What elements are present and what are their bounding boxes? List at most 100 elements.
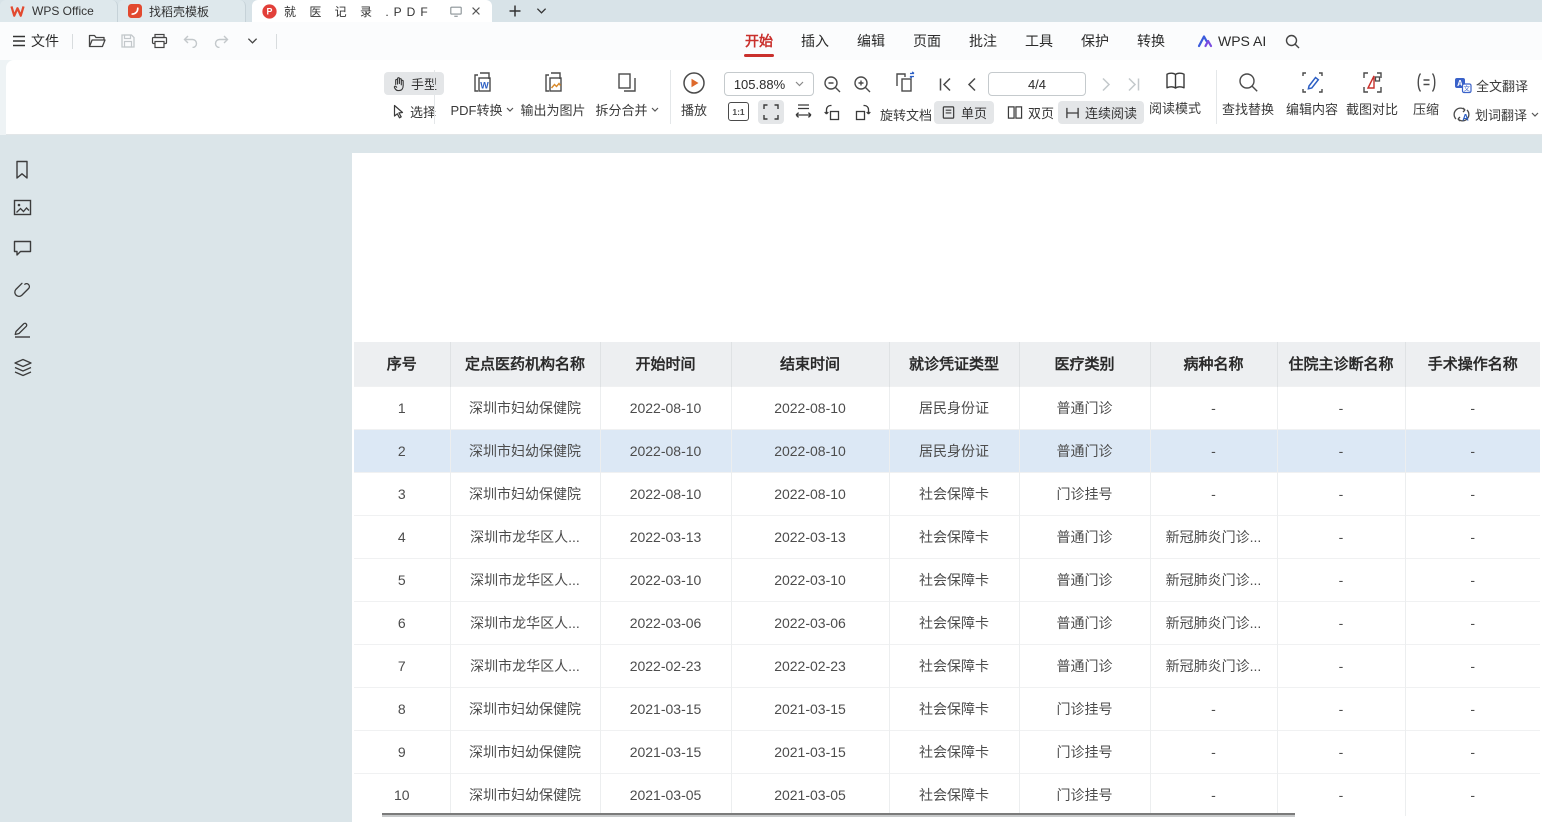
- table-header-row: 序号 定点医药机构名称 开始时间 结束时间 就诊凭证类型 医疗类别 病种名称 住…: [354, 342, 1540, 386]
- rotate-left-button[interactable]: [820, 102, 844, 124]
- menu-search-icon[interactable]: [1276, 33, 1309, 50]
- table-cell: 2022-03-13: [731, 515, 889, 558]
- play-icon: [682, 71, 706, 95]
- new-tab-icon[interactable]: [508, 4, 522, 18]
- prev-page-button[interactable]: [960, 74, 982, 94]
- word-translate-button[interactable]: A 划词翻译: [1452, 105, 1539, 124]
- full-translate-button[interactable]: A文 全文翻译: [1454, 76, 1528, 95]
- menu-item-wps-ai[interactable]: WPS AI: [1179, 33, 1276, 49]
- chevron-down-icon: [651, 107, 659, 113]
- page-indicator-input[interactable]: [988, 72, 1086, 96]
- page-swap-button[interactable]: [890, 68, 922, 98]
- tab-document-pdf[interactable]: P 就 医 记 录 .PDF: [252, 0, 492, 22]
- table-cell: -: [1405, 472, 1540, 515]
- comment-icon[interactable]: [13, 240, 33, 260]
- table-cell: 普通门诊: [1019, 644, 1150, 687]
- open-file-button[interactable]: [86, 30, 108, 52]
- monitor-icon[interactable]: [449, 5, 463, 18]
- menu-item-convert[interactable]: 转换: [1123, 22, 1179, 60]
- pdf-convert-button[interactable]: W PDF转换: [446, 71, 518, 119]
- redo-button[interactable]: [210, 30, 232, 52]
- menu-item-home[interactable]: 开始: [731, 22, 787, 60]
- find-replace-icon: [1237, 71, 1260, 94]
- bottom-strip: [0, 822, 352, 837]
- single-page-button[interactable]: 单页: [934, 101, 994, 124]
- play-button[interactable]: 播放: [670, 71, 718, 119]
- table-row: 10深圳市妇幼保健院2021-03-052021-03-05社会保障卡门诊挂号-…: [354, 773, 1540, 816]
- rotate-doc-button[interactable]: 旋转文档: [880, 105, 932, 124]
- tab-list-chevron-icon[interactable]: [536, 7, 547, 15]
- chevron-down-icon: [506, 107, 514, 113]
- pdf-convert-label: PDF转换: [450, 100, 502, 119]
- fit-width-button[interactable]: [790, 100, 816, 124]
- table-cell: 居民身份证: [889, 386, 1019, 429]
- more-actions-chevron-icon[interactable]: [241, 30, 263, 52]
- col-header-end-time: 结束时间: [731, 342, 889, 386]
- table-cell: -: [1277, 429, 1405, 472]
- fit-page-button[interactable]: [758, 100, 784, 124]
- table-horizontal-scrollbar[interactable]: [382, 813, 1295, 815]
- zoom-out-button[interactable]: [820, 73, 844, 95]
- continuous-read-button[interactable]: 连续阅读: [1058, 101, 1144, 124]
- save-button[interactable]: [117, 30, 139, 52]
- layers-icon[interactable]: [13, 358, 33, 378]
- find-replace-button[interactable]: 查找替换: [1218, 71, 1278, 118]
- table-row: 1深圳市妇幼保健院2022-08-102022-08-10居民身份证普通门诊--…: [354, 386, 1540, 429]
- hand-tool-button[interactable]: 手型: [384, 72, 444, 95]
- export-image-label: 输出为图片: [520, 100, 585, 119]
- screenshot-compare-label: 截图对比: [1346, 99, 1398, 118]
- next-page-button[interactable]: [1096, 74, 1118, 94]
- rotate-right-button[interactable]: [850, 102, 874, 124]
- next-page-icon: [1101, 77, 1113, 92]
- read-mode-button[interactable]: 阅读模式: [1146, 70, 1204, 117]
- menu-item-comment[interactable]: 批注: [955, 22, 1011, 60]
- table-cell: 2022-03-06: [600, 601, 731, 644]
- file-menu-button[interactable]: 文件: [12, 31, 59, 51]
- zoom-level-select[interactable]: 105.88%: [724, 72, 814, 96]
- find-replace-label: 查找替换: [1222, 99, 1274, 118]
- menu-item-tools[interactable]: 工具: [1011, 22, 1067, 60]
- edit-content-label: 编辑内容: [1286, 99, 1338, 118]
- tab-docer-templates[interactable]: 找稻壳模板: [118, 0, 246, 22]
- table-cell: 社会保障卡: [889, 644, 1019, 687]
- signature-pen-icon[interactable]: [13, 319, 33, 339]
- single-page-label: 单页: [961, 103, 987, 122]
- table-cell: 2022-08-10: [600, 472, 731, 515]
- compress-button[interactable]: 压缩: [1404, 71, 1448, 118]
- menu-item-protect[interactable]: 保护: [1067, 22, 1123, 60]
- single-page-icon: [941, 105, 956, 120]
- main-menu: 开始 插入 编辑 页面 批注 工具 保护 转换 WPS AI: [731, 22, 1309, 60]
- pdf-page: 序号 定点医药机构名称 开始时间 结束时间 就诊凭证类型 医疗类别 病种名称 住…: [352, 153, 1542, 837]
- edit-content-button[interactable]: 编辑内容: [1282, 71, 1342, 118]
- screenshot-compare-button[interactable]: 截图对比: [1342, 71, 1402, 118]
- full-translate-label: 全文翻译: [1476, 76, 1528, 95]
- edit-content-icon: [1301, 71, 1324, 94]
- medical-records-table: 序号 定点医药机构名称 开始时间 结束时间 就诊凭证类型 医疗类别 病种名称 住…: [354, 342, 1540, 816]
- actual-size-button[interactable]: 1:1: [728, 102, 749, 121]
- tab-label: 找稻壳模板: [149, 3, 209, 20]
- print-button[interactable]: [148, 30, 170, 52]
- table-cell: 2022-03-10: [731, 558, 889, 601]
- bookmark-icon[interactable]: [13, 160, 33, 180]
- undo-button[interactable]: [179, 30, 201, 52]
- prev-page-icon: [965, 77, 977, 92]
- divider: [72, 34, 73, 49]
- zoom-in-button[interactable]: [850, 73, 874, 95]
- split-merge-button[interactable]: 拆分合并: [590, 71, 664, 119]
- close-icon[interactable]: [470, 5, 482, 17]
- col-header-credential-type: 就诊凭证类型: [889, 342, 1019, 386]
- menu-item-insert[interactable]: 插入: [787, 22, 843, 60]
- last-page-button[interactable]: [1122, 74, 1144, 94]
- menu-item-page[interactable]: 页面: [899, 22, 955, 60]
- thumbnail-icon[interactable]: [13, 199, 33, 219]
- hamburger-icon: [12, 35, 26, 47]
- table-cell: 门诊挂号: [1019, 687, 1150, 730]
- table-cell: -: [1277, 644, 1405, 687]
- export-image-button[interactable]: 输出为图片: [514, 71, 592, 119]
- table-cell: -: [1277, 472, 1405, 515]
- tab-wps-home[interactable]: WPS Office: [0, 0, 118, 22]
- first-page-button[interactable]: [934, 74, 956, 94]
- attachment-icon[interactable]: [13, 279, 33, 299]
- menu-item-edit[interactable]: 编辑: [843, 22, 899, 60]
- table-cell: -: [1405, 773, 1540, 816]
